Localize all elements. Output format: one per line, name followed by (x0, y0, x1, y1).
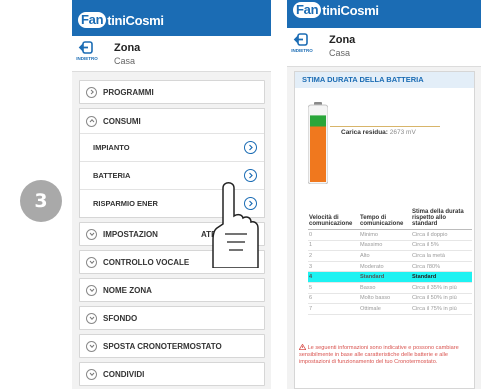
table-cell: Circa il doppio (412, 231, 448, 238)
menu-item-label: CONDIVIDI (103, 369, 145, 379)
chevron-down-icon (86, 312, 97, 324)
table-row[interactable]: 7 Ottimale Circa il 75% in più (308, 304, 472, 315)
menu-item-label: SFONDO (103, 313, 138, 323)
zone-title: Zona (329, 34, 356, 46)
battery-estimate-panel: STIMA DURATA DELLA BATTERIA Carica resid… (294, 71, 475, 389)
menu-item-label: CONTROLLO VOCALE (103, 257, 190, 267)
table-cell: Circa il 5% (412, 242, 439, 249)
zone-title: Zona (114, 42, 141, 54)
table-cell: Circa il 50% in più (412, 295, 457, 302)
table-cell: Moderato (360, 263, 384, 270)
table-row[interactable]: 5 Basso Circa il 35% in più (308, 283, 472, 294)
table-cell: Basso (360, 284, 376, 291)
submenu-item-label: BATTERIA (93, 171, 131, 180)
table-cell: Ottimale (360, 305, 381, 312)
table-cell: Circa la metà (412, 252, 445, 259)
column-header: Stima della durata rispetto allo standar… (412, 209, 464, 227)
app-header: Fan tiniCosmi (72, 0, 271, 36)
menu-item-sfondo[interactable]: SFONDO (79, 306, 265, 330)
chevron-down-icon (86, 284, 97, 296)
logo-mark: Fan (293, 2, 322, 18)
menu-item-label: CONSUMI (103, 116, 141, 126)
submenu-item-impianto[interactable]: IMPIANTO (80, 133, 264, 161)
zone-subtitle: Casa (114, 56, 136, 66)
chevron-up-icon (86, 115, 97, 127)
submenu-item-label: IMPIANTO (93, 143, 130, 152)
table-cell: 1 (309, 242, 313, 249)
table-cell: Massimo (360, 242, 383, 249)
column-header: Velocità di comunicazione (309, 215, 353, 227)
menu-item-nome-zona[interactable]: NOME ZONA (79, 278, 265, 302)
column-header: Tempo di comunicazione (360, 215, 404, 227)
menu-item-programmi[interactable]: PROGRAMMI (79, 80, 265, 104)
table-cell: 0 (309, 231, 313, 238)
charge-readout: Carica residua: 2673 mV (341, 129, 416, 136)
table-cell: Standard (360, 274, 385, 281)
table-header-row: Velocità di comunicazione Tempo di comun… (308, 200, 472, 230)
menu-item-consumi[interactable]: CONSUMI (80, 109, 264, 133)
logo-text: tiniCosmi (322, 2, 379, 18)
menu-item-condividi[interactable]: CONDIVIDI (79, 362, 265, 386)
table-cell: Standard (412, 274, 437, 281)
table-row[interactable]: 0 Minimo Circa il doppio (308, 230, 472, 241)
table-row[interactable]: 3 Moderato Circa l'80% (308, 262, 472, 273)
back-label: INDIETRO (76, 56, 98, 61)
charge-label: Carica residua: (341, 129, 388, 136)
table-row[interactable]: 2 Alto Circa la metà (308, 251, 472, 262)
zone-bar: INDIETRO Zona Casa (287, 28, 481, 67)
submenu-item-label: RISPARMIO ENER (93, 199, 158, 208)
menu-item-sposta-cronotermostato[interactable]: SPOSTA CRONOTERMOSTATO (79, 334, 265, 358)
back-button[interactable]: INDIETRO (74, 40, 100, 70)
menu-item-label: NOME ZONA (103, 285, 152, 295)
settings-screen: Fan tiniCosmi INDIETRO Zona Casa PROGRAMM… (72, 0, 271, 389)
warning-text: Le seguenti informazioni sono indicative… (299, 345, 459, 366)
logo-mark: Fan (78, 12, 107, 28)
table-row[interactable]: 6 Molto basso Circa il 50% in più (308, 294, 472, 305)
table-cell: 7 (309, 305, 313, 312)
table-cell: Alto (360, 252, 370, 259)
menu-item-label: IMPOSTAZION (103, 229, 158, 239)
table-cell: Minimo (360, 231, 379, 238)
table-cell: Circa il 35% in più (412, 284, 457, 291)
zone-subtitle: Casa (329, 48, 351, 58)
table-cell: 2 (309, 252, 313, 259)
table-cell: Circa l'80% (412, 263, 441, 270)
chevron-down-icon (86, 368, 97, 380)
back-button[interactable]: INDIETRO (289, 32, 315, 62)
tap-hand-icon (212, 182, 259, 268)
battery-screen: Fan tiniCosmi INDIETRO Zona Casa STIMA DU… (287, 0, 481, 389)
table-cell: 4 (309, 274, 313, 281)
back-label: INDIETRO (291, 48, 313, 53)
menu-item-label: PROGRAMMI (103, 87, 154, 97)
back-arrow-icon (78, 41, 93, 54)
table-row-selected[interactable]: 4 Standard Standard (308, 272, 472, 283)
fantini-cosmi-logo: Fan tiniCosmi (78, 12, 164, 28)
battery-level-icon (308, 102, 328, 184)
warning-note: Le seguenti informazioni sono indicative… (298, 343, 467, 367)
battery-duration-table: Velocità di comunicazione Tempo di comun… (308, 200, 472, 315)
charge-value: 2673 mV (389, 129, 416, 136)
app-header: Fan tiniCosmi (287, 0, 481, 28)
panel-title: STIMA DURATA DELLA BATTERIA (295, 72, 474, 88)
table-cell: 5 (309, 284, 313, 291)
table-cell: 6 (309, 295, 313, 302)
table-cell: Circa il 75% in più (412, 305, 457, 312)
table-row[interactable]: 1 Massimo Circa il 5% (308, 241, 472, 252)
fantini-cosmi-logo: Fan tiniCosmi (293, 2, 379, 18)
step-number-badge: 3 (20, 180, 62, 222)
logo-text: tiniCosmi (107, 12, 164, 28)
chevron-down-icon (86, 340, 97, 352)
charge-indicator-line (330, 126, 440, 127)
chevron-right-icon (86, 86, 97, 98)
menu-item-label: SPOSTA CRONOTERMOSTATO (103, 341, 222, 351)
table-cell: Molto basso (360, 295, 391, 302)
back-arrow-icon (293, 33, 308, 46)
table-cell: 3 (309, 263, 313, 270)
chevron-down-icon (86, 228, 97, 240)
chevron-down-icon (86, 256, 97, 268)
zone-bar: INDIETRO Zona Casa (72, 36, 271, 72)
warning-icon (298, 343, 307, 351)
chevron-right-icon (244, 141, 257, 154)
